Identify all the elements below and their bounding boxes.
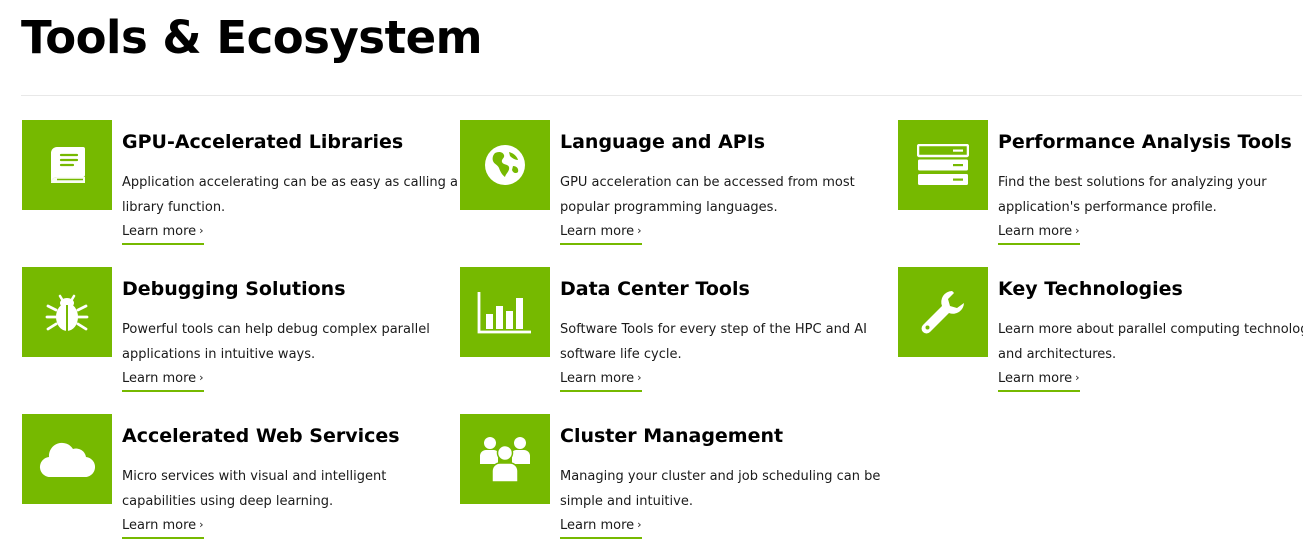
card-icon-tile[interactable] [898,267,988,357]
card-data-center-tools: Data Center Tools Software Tools for eve… [460,267,880,397]
chevron-right-icon: › [637,224,642,237]
card-icon-tile[interactable] [460,414,550,504]
card-icon-tile[interactable] [22,120,112,210]
learn-more-label: Learn more [560,518,635,533]
chevron-right-icon: › [199,224,204,237]
server-icon [917,144,969,185]
card-accelerated-web-services: Accelerated Web Services Micro services … [22,414,442,544]
globe-icon [485,145,525,185]
chevron-right-icon: › [1075,224,1080,237]
card-title: Debugging Solutions [122,278,346,300]
learn-more-label: Learn more [560,224,635,239]
card-cluster-management: Cluster Management Managing your cluster… [460,414,880,544]
wrench-icon [921,291,964,334]
card-title: Language and APIs [560,131,766,153]
learn-more-label: Learn more [122,224,197,239]
card-gpu-accelerated-libraries: GPU-Accelerated Libraries Application ac… [22,120,458,250]
card-title: Cluster Management [560,425,784,447]
cloud-icon [40,442,95,478]
learn-more-label: Learn more [998,371,1073,386]
learn-more-link[interactable]: Learn more › [122,368,204,392]
learn-more-link[interactable]: Learn more › [560,368,642,392]
card-description: Application accelerating can be as easy … [122,175,458,215]
card-description: Find the best solutions for analyzing yo… [998,175,1267,215]
chevron-right-icon: › [199,518,204,531]
card-debugging-solutions: Debugging Solutions Powerful tools can h… [22,267,442,397]
group-icon [480,437,530,483]
learn-more-link[interactable]: Learn more › [122,515,204,539]
card-description: GPU acceleration can be accessed from mo… [560,175,855,215]
learn-more-label: Learn more [122,518,197,533]
learn-more-link[interactable]: Learn more › [560,221,642,245]
card-description: Micro services with visual and intellige… [122,469,387,509]
book-icon [51,147,85,183]
card-title: Data Center Tools [560,278,750,300]
chevron-right-icon: › [637,518,642,531]
learn-more-label: Learn more [122,371,197,386]
card-title: Key Technologies [998,278,1183,300]
learn-more-label: Learn more [560,371,635,386]
chevron-right-icon: › [1075,371,1080,384]
learn-more-link[interactable]: Learn more › [998,221,1080,245]
card-icon-tile[interactable] [22,414,112,504]
card-description: Software Tools for every step of the HPC… [560,322,867,362]
learn-more-label: Learn more [998,224,1073,239]
page-title: Tools & Ecosystem [21,11,483,64]
chevron-right-icon: › [637,371,642,384]
card-icon-tile[interactable] [460,120,550,210]
card-title: Accelerated Web Services [122,425,400,447]
card-description: Powerful tools can help debug complex pa… [122,322,430,362]
card-title: GPU-Accelerated Libraries [122,131,404,153]
card-icon-tile[interactable] [22,267,112,357]
card-title: Performance Analysis Tools [998,131,1292,153]
chevron-right-icon: › [199,371,204,384]
bug-icon [45,294,89,331]
card-performance-analysis-tools: Performance Analysis Tools Find the best… [898,120,1303,250]
card-key-technologies: Key Technologies Learn more about parall… [898,267,1303,397]
learn-more-link[interactable]: Learn more › [560,515,642,539]
card-icon-tile[interactable] [460,267,550,357]
learn-more-link[interactable]: Learn more › [998,368,1080,392]
section-divider [21,95,1302,96]
learn-more-link[interactable]: Learn more › [122,221,204,245]
card-language-and-apis: Language and APIs GPU acceleration can b… [460,120,880,250]
bar-chart-icon [477,292,531,334]
card-description: Managing your cluster and job scheduling… [560,469,881,509]
card-description: Learn more about parallel computing tech… [998,322,1303,362]
card-icon-tile[interactable] [898,120,988,210]
